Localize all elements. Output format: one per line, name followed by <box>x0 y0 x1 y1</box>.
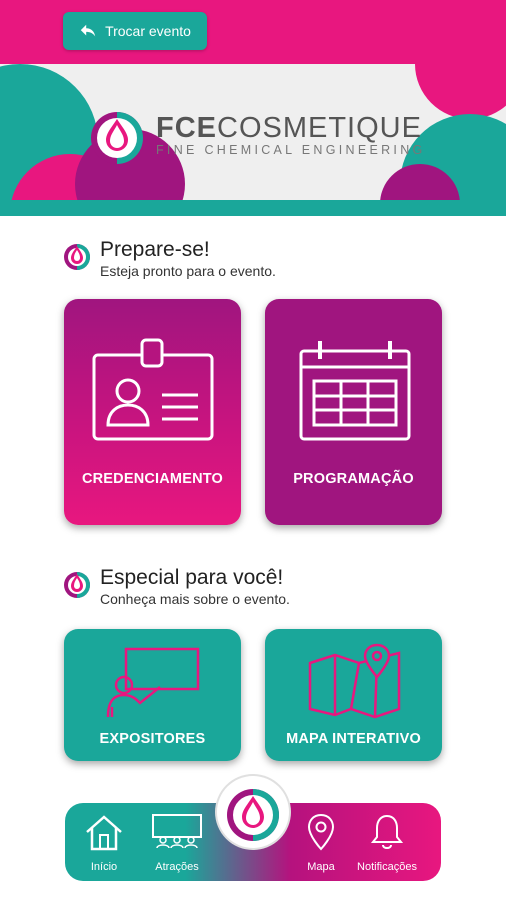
card-credenciamento[interactable]: CREDENCIAMENTO <box>64 299 241 525</box>
bell-icon <box>370 814 404 849</box>
nav-label: Atrações <box>155 861 199 873</box>
section-subtitle: Esteja pronto para o evento. <box>100 263 276 279</box>
fce-logo: FCECOSMETIQUE FINE CHEMICAL ENGINEERING <box>88 100 428 170</box>
location-pin-icon <box>307 813 335 851</box>
badge-icon <box>92 338 214 441</box>
fce-drop-logo-icon <box>91 112 143 164</box>
change-event-label: Trocar evento <box>105 23 191 39</box>
section-title: Especial para você! <box>100 566 284 589</box>
calendar-icon <box>299 341 411 441</box>
change-event-button[interactable]: Trocar evento <box>63 12 207 50</box>
center-logo-button[interactable] <box>217 776 289 848</box>
logo-title: FCECOSMETIQUE <box>156 112 422 144</box>
nav-notificacoes[interactable]: Notificações <box>353 803 421 881</box>
nav-home[interactable]: Início <box>79 803 129 881</box>
nav-atracoes[interactable]: Atrações <box>147 803 207 881</box>
logo-subtitle: FINE CHEMICAL ENGINEERING <box>156 143 426 157</box>
nav-label: Notificações <box>357 861 417 873</box>
home-icon <box>86 815 122 851</box>
card-expositores[interactable]: EXPOSITORES <box>64 629 241 761</box>
nav-label: Início <box>90 861 118 873</box>
presenter-icon <box>106 647 200 718</box>
stage-icon <box>152 814 202 849</box>
card-label: CREDENCIAMENTO <box>81 471 224 487</box>
section-subtitle: Conheça mais sobre o evento. <box>100 591 290 607</box>
card-label: EXPOSITORES <box>99 731 206 747</box>
section-title: Prepare-se! <box>100 238 210 261</box>
back-arrow-icon <box>80 24 96 37</box>
nav-label: Mapa <box>307 861 335 873</box>
card-programacao[interactable]: PROGRAMAÇÃO <box>265 299 442 525</box>
fce-drop-logo-icon <box>227 789 279 841</box>
card-label: PROGRAMAÇÃO <box>293 471 414 487</box>
banner-divider <box>0 200 506 216</box>
section-especial: Especial para você! Conheça mais sobre o… <box>62 566 290 608</box>
card-mapa-interativo[interactable]: MAPA INTERATIVO <box>265 629 442 761</box>
drop-icon <box>64 244 90 270</box>
section-prepare: Prepare-se! Esteja pronto para o evento. <box>62 238 276 280</box>
drop-icon <box>64 572 90 598</box>
map-icon <box>308 643 401 719</box>
card-label: MAPA INTERATIVO <box>286 731 421 747</box>
nav-mapa[interactable]: Mapa <box>299 803 343 881</box>
